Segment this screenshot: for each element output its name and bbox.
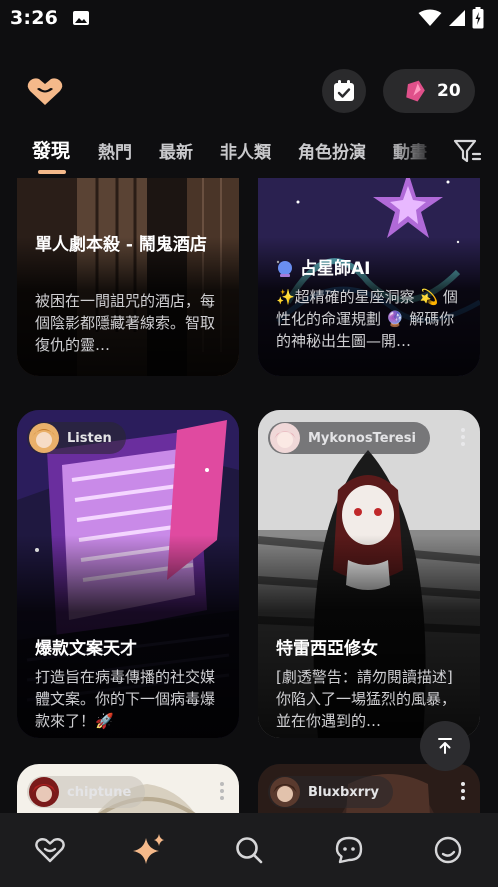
character-card[interactable]: chiptune <box>17 764 239 813</box>
bottom-navigation <box>0 813 498 887</box>
signal-icon <box>449 10 465 26</box>
card-title: 特雷西亞修女 <box>276 639 378 659</box>
gem-count: 20 <box>437 81 461 101</box>
nav-discover[interactable] <box>100 813 200 887</box>
smile-face-icon <box>434 836 462 864</box>
author-avatar <box>270 423 300 453</box>
arrow-up-to-top-icon <box>438 738 452 754</box>
author-avatar <box>270 777 300 807</box>
card-title: 占星師AI <box>300 259 371 279</box>
search-icon <box>236 837 263 864</box>
author-name: chiptune <box>67 784 132 800</box>
top-bar: 20 <box>0 66 498 116</box>
chat-bubble-icon <box>335 836 362 864</box>
more-options-icon[interactable] <box>460 782 466 800</box>
character-card[interactable]: Bluxbxrry <box>258 764 480 813</box>
character-grid: 單人劇本殺 - 鬧鬼酒店 被困在一間詛咒的酒店，每個陰影都隱藏著線索。智取復仇的… <box>0 178 498 813</box>
tab-fade <box>390 130 460 176</box>
gem-balance-button[interactable]: 20 <box>383 69 475 113</box>
card-description: ✨超精確的星座洞察 💫 個性化的命運規劃 🔮 解碼你的神秘出生圖—開… <box>276 288 458 350</box>
more-options-icon[interactable] <box>460 428 466 446</box>
tab-latest[interactable]: 最新 <box>159 138 193 163</box>
author-name: Listen <box>67 430 112 446</box>
battery-icon <box>472 7 484 29</box>
card-title: 單人劇本殺 - 鬧鬼酒店 <box>35 235 207 255</box>
character-card[interactable]: MykonosTeresi 特雷西亞修女 [劇透警告：請勿閱讀描述] 你陷入了一… <box>258 410 480 738</box>
tab-roleplay[interactable]: 角色扮演 <box>298 138 366 163</box>
author-name: Bluxbxrry <box>308 784 379 800</box>
tab-non-human[interactable]: 非人類 <box>220 138 271 163</box>
filter-icon[interactable] <box>452 136 482 166</box>
author-chip[interactable]: MykonosTeresi <box>268 422 430 454</box>
author-avatar <box>29 777 59 807</box>
nav-home[interactable] <box>0 813 100 887</box>
character-card[interactable]: 占星師AI ✨超精確的星座洞察 💫 個性化的命運規劃 🔮 解碼你的神秘出生圖—開… <box>258 178 480 376</box>
author-chip[interactable]: chiptune <box>27 776 146 808</box>
active-tab-indicator <box>38 170 66 174</box>
sparkle-icon <box>133 834 165 864</box>
card-description: 打造旨在病毒傳播的社交媒體文案。你的下一個病毒爆款來了！🚀 <box>35 668 216 730</box>
nav-profile[interactable] <box>398 813 498 887</box>
tab-discover[interactable]: 發現 <box>32 136 70 163</box>
category-tabs: 發現 熱門 最新 非人類 角色扮演 動畫 <box>0 130 498 176</box>
status-time: 3:26 <box>10 7 59 29</box>
nav-search[interactable] <box>199 813 299 887</box>
author-chip[interactable]: Listen <box>27 422 126 454</box>
character-card[interactable]: 單人劇本殺 - 鬧鬼酒店 被困在一間詛咒的酒店，每個陰影都隱藏著線索。智取復仇的… <box>17 178 239 376</box>
more-options-icon[interactable] <box>219 782 225 800</box>
heart-outline-icon <box>34 838 65 863</box>
wifi-icon <box>418 9 442 26</box>
status-bar: 3:26 <box>0 0 498 36</box>
author-name: MykonosTeresi <box>308 430 416 446</box>
author-avatar <box>29 423 59 453</box>
tab-popular[interactable]: 熱門 <box>98 138 132 163</box>
author-chip[interactable]: Bluxbxrry <box>268 776 393 808</box>
character-card[interactable]: Listen 爆款文案天才 打造旨在病毒傳播的社交媒體文案。你的下一個病毒爆款來… <box>17 410 239 738</box>
card-title: 爆款文案天才 <box>35 639 137 659</box>
nav-chats[interactable] <box>299 813 399 887</box>
card-title-row: 占星師AI <box>276 256 466 282</box>
calendar-check-icon <box>334 80 354 101</box>
image-notification-icon <box>73 11 90 25</box>
gem-icon <box>406 80 425 102</box>
crystal-ball-icon <box>278 261 292 277</box>
daily-checkin-button[interactable] <box>322 69 366 113</box>
scroll-to-top-button[interactable] <box>420 721 470 771</box>
heart-logo-icon[interactable] <box>26 76 64 108</box>
card-description: 被困在一間詛咒的酒店，每個陰影都隱藏著線索。智取復仇的靈… <box>35 292 216 354</box>
